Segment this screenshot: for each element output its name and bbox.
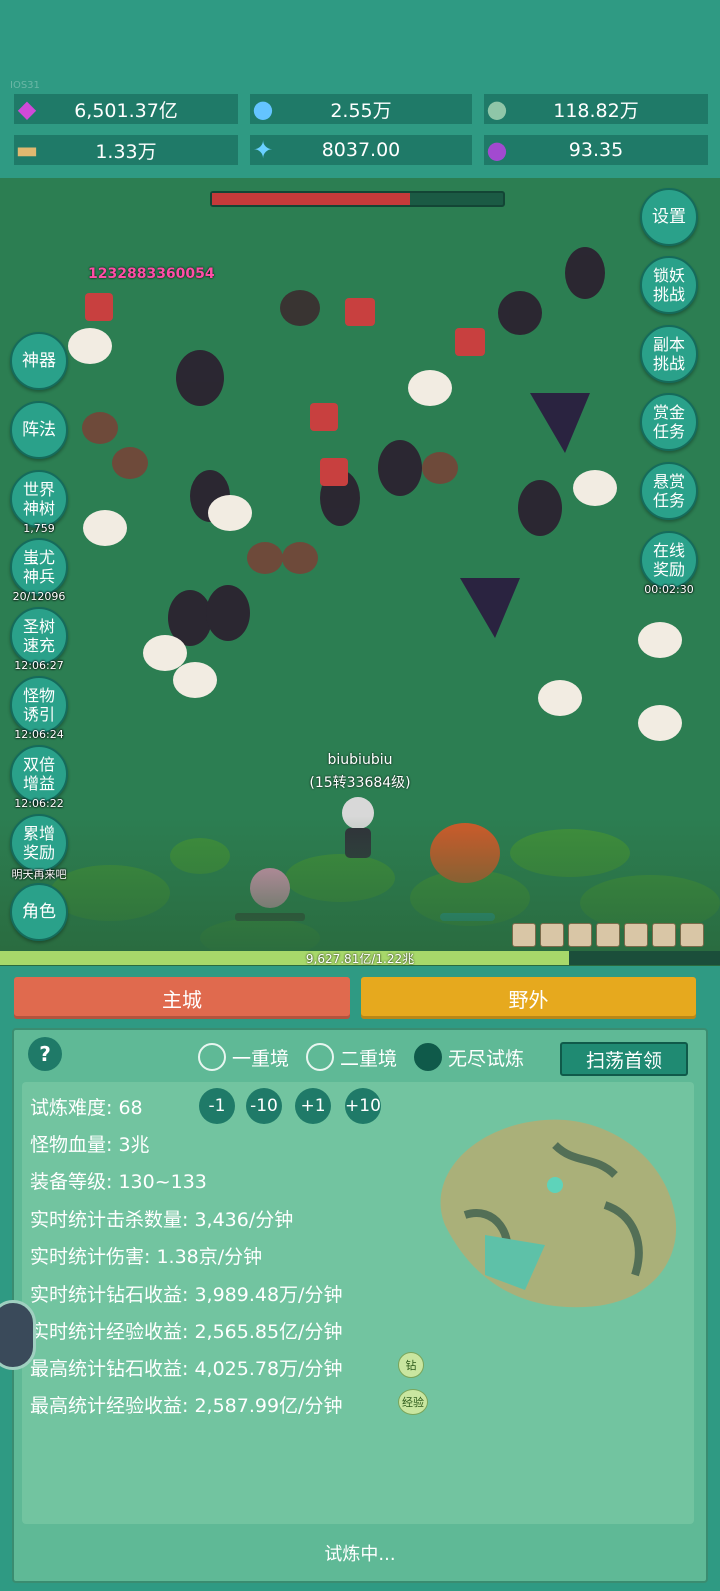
menu-sublabel: 12:06:24 [14, 728, 64, 741]
left-menu-button[interactable]: 神器 [10, 332, 68, 390]
stat-damage: 实时统计伤害: 1.38京/分钟 [30, 1246, 263, 1268]
radio-circle-icon [414, 1043, 442, 1071]
floating-avatar[interactable] [0, 1300, 36, 1370]
difficulty-minus-1-button[interactable]: -1 [199, 1088, 235, 1124]
left-menu-button[interactable]: 阵法 [10, 401, 68, 459]
game-screen: IOS31 ◆ 6,501.37亿 ● 2.55万 ● 118.82万 ▬ 1.… [0, 0, 720, 1591]
buff-icon[interactable] [568, 923, 592, 947]
tab-city[interactable]: 主城 [14, 977, 350, 1019]
right-menu-button[interactable]: 在线 奖励 [640, 531, 698, 589]
resource-purple-gem: ◆ 6,501.37亿 [14, 94, 238, 124]
right-menu-button[interactable]: 设置 [640, 188, 698, 246]
buff-icon[interactable] [652, 923, 676, 947]
globe-orb-icon: ● [486, 95, 508, 123]
right-menu-button[interactable]: 悬赏 任务 [640, 462, 698, 520]
exp-text: 9,627.81亿/1.22兆 [305, 952, 415, 966]
buff-icon[interactable] [540, 923, 564, 947]
left-menu-button[interactable]: 累增 奖励 [10, 814, 68, 872]
stat-kills: 实时统计击杀数量: 3,436/分钟 [30, 1209, 294, 1231]
mode-radio-1[interactable]: 一重境 [198, 1043, 289, 1071]
difficulty-value: 68 [118, 1097, 143, 1119]
stat-monster-hp: 怪物血量: 3兆 [30, 1134, 150, 1156]
left-menu-button[interactable]: 世界 神树 [10, 470, 68, 528]
tab-wild[interactable]: 野外 [361, 977, 696, 1019]
purple-gem-icon: ◆ [17, 95, 37, 123]
radio-circle-icon [306, 1043, 334, 1071]
left-menu-button[interactable]: 双倍 增益 [10, 745, 68, 803]
menu-sublabel: 20/12096 [12, 590, 66, 603]
buff-icon[interactable] [596, 923, 620, 947]
left-menu-button[interactable]: 怪物 诱引 [10, 676, 68, 734]
left-menu-button[interactable]: 蚩尤 神兵 [10, 538, 68, 596]
sweep-boss-button[interactable]: 扫荡首领 [560, 1042, 688, 1076]
stat-max-diamond-rate: 最高统计钻石收益: 4,025.78万/分钟 [30, 1358, 343, 1380]
player-name: biubiubiu [327, 752, 393, 768]
ice-shard-icon: ✦ [252, 136, 274, 164]
difficulty-plus-1-button[interactable]: +1 [295, 1088, 331, 1124]
left-menu-button[interactable]: 角色 [10, 883, 68, 941]
right-menu-button[interactable]: 赏金 任务 [640, 393, 698, 451]
player-level: (15转33684级) [309, 775, 411, 791]
menu-sublabel: 12:06:27 [14, 659, 64, 672]
mode-radio-endless[interactable]: 无尽试炼 [414, 1043, 524, 1071]
damage-popup: 1232883360054 [88, 266, 215, 282]
help-button[interactable]: ? [28, 1037, 62, 1071]
radio-circle-icon [198, 1043, 226, 1071]
left-menu-button[interactable]: 圣树 速充 [10, 607, 68, 665]
difficulty-minus-10-button[interactable]: -10 [246, 1088, 282, 1124]
stat-exp-rate: 实时统计经验收益: 2,565.85亿/分钟 [30, 1321, 343, 1343]
purple-pouch-icon: ● [486, 136, 508, 164]
stat-diamond-rate: 实时统计钻石收益: 3,989.48万/分钟 [30, 1284, 343, 1306]
boss-health-bar [210, 191, 505, 207]
battle-field[interactable] [0, 178, 720, 966]
trial-status: 试炼中... [324, 1544, 396, 1565]
difficulty-row: 试炼难度: 68 [30, 1097, 143, 1119]
resource-blue-crystal: ● 2.55万 [250, 94, 472, 124]
menu-sublabel: 1,759 [23, 522, 55, 535]
mode-radio-2[interactable]: 二重境 [306, 1043, 397, 1071]
difficulty-plus-10-button[interactable]: +10 [345, 1088, 381, 1124]
boss-health-fill [212, 193, 410, 205]
menu-sublabel: 明天再来吧 [11, 868, 67, 881]
stat-max-exp-rate: 最高统计经验收益: 2,587.99亿/分钟 [30, 1395, 343, 1417]
scroll-icon: ▬ [15, 136, 39, 164]
buff-icon[interactable] [512, 923, 536, 947]
resource-scroll: ▬ 1.33万 [14, 135, 238, 165]
menu-sublabel: 00:02:30 [644, 583, 694, 596]
tiger-illustration [440, 1119, 677, 1308]
right-menu-button[interactable]: 锁妖 挑战 [640, 256, 698, 314]
buff-icon[interactable] [680, 923, 704, 947]
resource-purple-pouch: ● 93.35 [484, 135, 708, 165]
diamond-badge-icon: 钻 [398, 1352, 424, 1378]
stat-equip-level: 装备等级: 130~133 [30, 1171, 207, 1193]
resource-ice-shard: ✦ 8037.00 [250, 135, 472, 165]
right-menu-button[interactable]: 副本 挑战 [640, 325, 698, 383]
menu-sublabel: 12:06:22 [14, 797, 64, 810]
buff-icon[interactable] [624, 923, 648, 947]
resource-globe-orb: ● 118.82万 [484, 94, 708, 124]
exp-badge-icon: 经验 [398, 1389, 428, 1415]
blue-crystal-icon: ● [252, 95, 274, 123]
